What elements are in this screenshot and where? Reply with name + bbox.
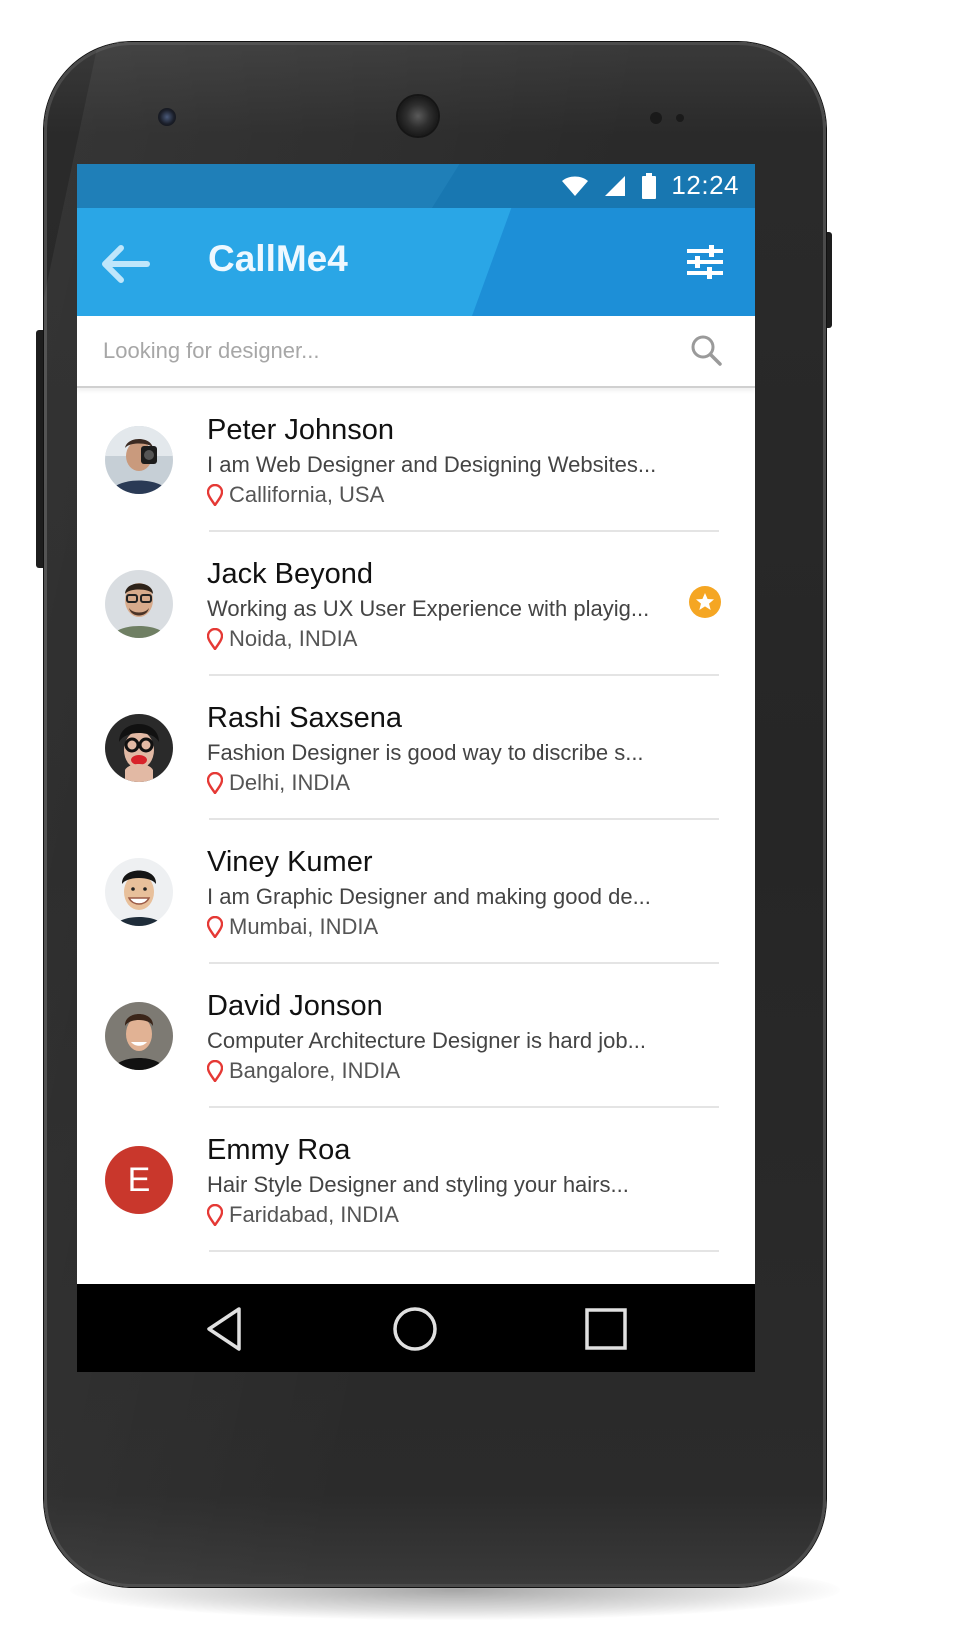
status-time: 12:24 <box>671 170 739 200</box>
square-recents-icon[interactable] <box>583 1306 629 1352</box>
search-bar <box>77 316 755 388</box>
search-icon[interactable] <box>689 333 723 367</box>
light-sensor <box>676 114 684 122</box>
contact-description: I am Web Designer and Designing Websites… <box>207 452 657 477</box>
avatar <box>105 570 173 638</box>
location-text: Mumbai, INDIA <box>229 914 379 939</box>
contact-row[interactable]: Rashi Saxsena Fashion Designer is good w… <box>77 676 755 820</box>
arrow-left-icon <box>102 245 150 283</box>
triangle-back-icon[interactable] <box>203 1306 249 1352</box>
map-pin-icon <box>207 1204 223 1226</box>
back-button[interactable] <box>101 244 153 284</box>
contact-location: Bangalore, INDIA <box>207 1058 400 1084</box>
map-pin-icon <box>207 484 223 506</box>
contact-list: Peter Johnson I am Web Designer and Desi… <box>77 388 755 1252</box>
filter-button[interactable] <box>685 244 725 280</box>
circle-home-icon[interactable] <box>392 1306 438 1352</box>
wifi-icon <box>562 176 589 196</box>
proximity-sensor <box>650 112 662 124</box>
search-input[interactable] <box>101 330 685 372</box>
location-text: Callifornia, USA <box>229 482 385 507</box>
contact-row[interactable]: Viney Kumer I am Graphic Designer and ma… <box>77 820 755 964</box>
map-pin-icon <box>207 628 223 650</box>
sliders-icon <box>687 245 723 279</box>
contact-location: Noida, INDIA <box>207 626 357 652</box>
contact-name: Peter Johnson <box>207 414 395 446</box>
map-pin-icon <box>207 916 223 938</box>
map-pin-icon <box>207 772 223 794</box>
contact-row[interactable]: Jack Beyond Working as UX User Experienc… <box>77 532 755 676</box>
contact-name: Emmy Roa <box>207 1134 351 1166</box>
letter-avatar: E <box>105 1146 173 1214</box>
contact-name: Rashi Saxsena <box>207 702 403 734</box>
contact-description: Fashion Designer is good way to discribe… <box>207 740 644 765</box>
app-bar <box>77 208 755 316</box>
app-title: CallMe4 <box>208 238 348 279</box>
avatar <box>105 858 173 926</box>
divider <box>209 1250 719 1252</box>
earpiece-speaker <box>398 96 438 136</box>
contact-name: David Jonson <box>207 990 383 1022</box>
contact-row[interactable]: David Jonson Computer Architecture Desig… <box>77 964 755 1108</box>
contact-location: Delhi, INDIA <box>207 770 350 796</box>
contact-name: Jack Beyond <box>207 558 374 590</box>
contact-description: I am Graphic Designer and making good de… <box>207 884 651 909</box>
contact-row[interactable]: Peter Johnson I am Web Designer and Desi… <box>77 388 755 532</box>
status-bar: 12:24 <box>77 164 755 208</box>
avatar <box>105 714 173 782</box>
navigation-bar <box>77 1284 755 1372</box>
battery-icon <box>642 172 657 199</box>
location-text: Delhi, INDIA <box>229 770 351 795</box>
contact-name: Viney Kumer <box>207 846 373 878</box>
contact-location: Mumbai, INDIA <box>207 914 378 940</box>
star-badge-icon[interactable] <box>689 586 721 618</box>
cell-signal-icon <box>605 175 626 196</box>
location-text: Noida, INDIA <box>229 626 358 651</box>
phone-screen: 12:24 CallMe4 Looking for designer... Pe… <box>77 164 755 1372</box>
contact-description: Computer Architecture Designer is hard j… <box>207 1028 646 1053</box>
contact-location: Callifornia, USA <box>207 482 384 508</box>
avatar <box>105 1002 173 1070</box>
contact-description: Hair Style Designer and styling your hai… <box>207 1172 629 1197</box>
avatar <box>105 426 173 494</box>
contact-location: Faridabad, INDIA <box>207 1202 399 1228</box>
front-camera <box>158 108 176 126</box>
contact-row[interactable]: E Emmy Roa Hair Style Designer and styli… <box>77 1108 755 1252</box>
map-pin-icon <box>207 1060 223 1082</box>
contact-description: Working as UX User Experience with playi… <box>207 596 650 621</box>
location-text: Faridabad, INDIA <box>229 1202 399 1227</box>
location-text: Bangalore, INDIA <box>229 1058 401 1083</box>
